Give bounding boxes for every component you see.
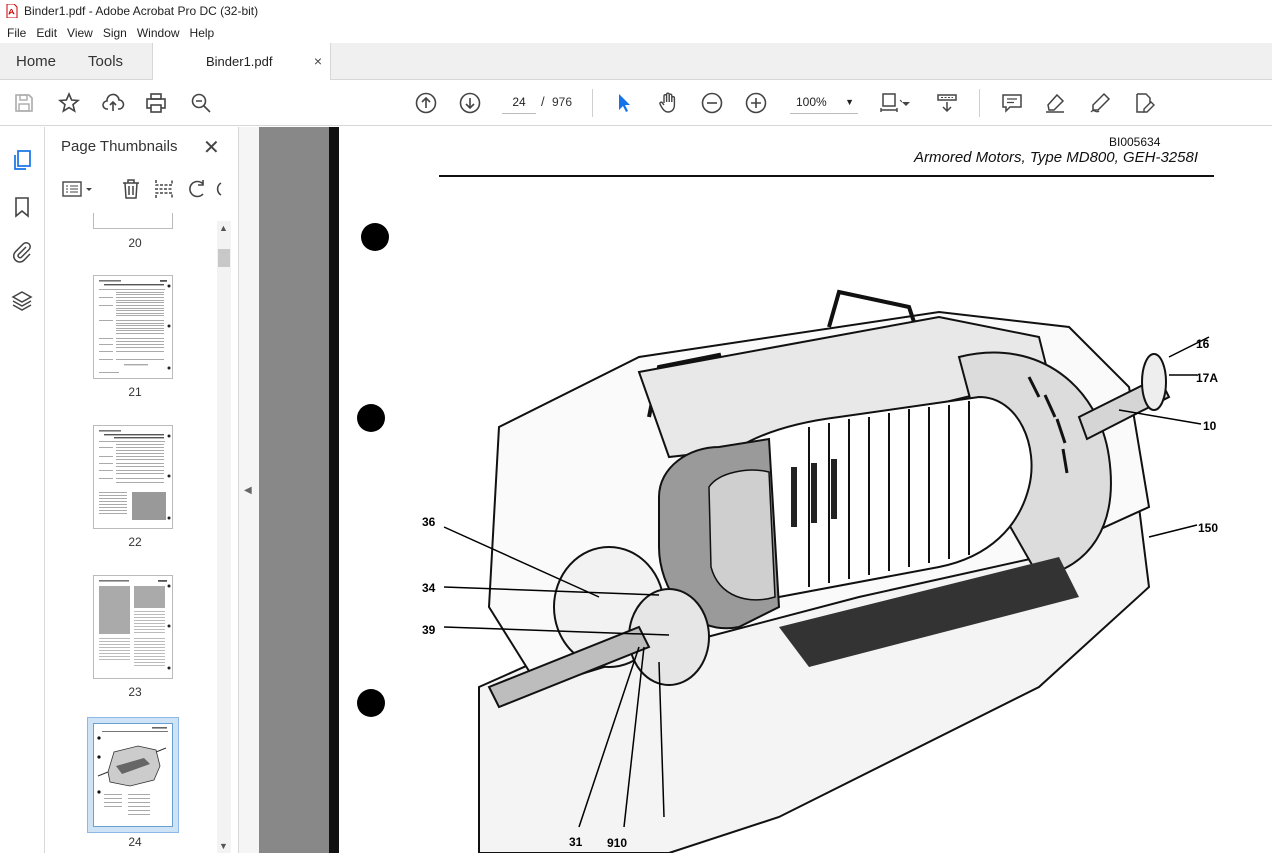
zoom-in-icon[interactable] bbox=[744, 91, 768, 115]
insert-page-icon[interactable] bbox=[152, 177, 176, 201]
thumbnail-label: 24 bbox=[128, 835, 142, 849]
chevron-down-icon: ▼ bbox=[845, 97, 854, 107]
thumbnail-page-20[interactable] bbox=[93, 213, 173, 229]
menu-file[interactable]: File bbox=[2, 26, 31, 40]
toolbar-divider bbox=[592, 89, 593, 117]
thumbnail-label: 21 bbox=[128, 385, 142, 399]
toolbar-divider bbox=[979, 89, 980, 117]
document-viewport[interactable]: BI005634 Armored Motors, Type MD800, GEH… bbox=[259, 127, 1272, 853]
thumbnail-list: 20 21 22 23 24 bbox=[45, 213, 238, 853]
highlight-pen-icon[interactable] bbox=[1043, 91, 1067, 115]
menu-view[interactable]: View bbox=[62, 26, 98, 40]
callout-label: 39 bbox=[422, 623, 436, 637]
callout-label: 31 bbox=[569, 835, 583, 849]
thumbnail-page-21[interactable] bbox=[93, 275, 173, 379]
page-thumbnails-icon[interactable] bbox=[10, 148, 34, 172]
rotate-clockwise-icon[interactable] bbox=[213, 177, 225, 201]
window-title: Binder1.pdf - Adobe Acrobat Pro DC (32-b… bbox=[24, 4, 259, 18]
rotate-icon[interactable] bbox=[185, 177, 209, 201]
thumbnail-label: 23 bbox=[128, 685, 142, 699]
callout-label: 34 bbox=[422, 581, 436, 595]
tab-bar: Home Tools Binder1.pdf × bbox=[0, 43, 1272, 80]
left-rail bbox=[0, 127, 45, 853]
thumbnail-page-24[interactable] bbox=[93, 723, 173, 827]
menu-edit[interactable]: Edit bbox=[31, 26, 62, 40]
tab-home[interactable]: Home bbox=[0, 43, 72, 79]
scrollbar-thumb[interactable] bbox=[218, 249, 230, 267]
pdf-page: BI005634 Armored Motors, Type MD800, GEH… bbox=[329, 127, 1272, 853]
toolbar: 24 / 976 100% ▼ bbox=[0, 80, 1272, 126]
layers-icon[interactable] bbox=[10, 289, 34, 313]
draw-sign-icon[interactable] bbox=[1088, 91, 1112, 115]
callout-label: 36 bbox=[422, 515, 436, 529]
bookmark-star-icon[interactable] bbox=[57, 91, 81, 115]
panel-splitter[interactable]: ◀ bbox=[239, 127, 259, 853]
zoom-out-icon[interactable] bbox=[700, 91, 724, 115]
scroll-up-icon[interactable]: ▲ bbox=[219, 223, 228, 233]
acrobat-window: { "window": { "title": "Binder1.pdf - Ad… bbox=[0, 0, 1272, 853]
title-bar: Binder1.pdf - Adobe Acrobat Pro DC (32-b… bbox=[0, 0, 1272, 22]
chevron-down-icon[interactable] bbox=[83, 177, 95, 201]
thumbnail-scrollbar[interactable]: ▲ ▼ bbox=[217, 221, 231, 853]
motor-cutaway-illustration bbox=[443, 289, 1210, 853]
print-icon[interactable] bbox=[144, 91, 168, 115]
next-page-icon[interactable] bbox=[458, 91, 482, 115]
page-fit-icon[interactable] bbox=[878, 91, 903, 115]
hand-tool-icon[interactable] bbox=[656, 91, 680, 115]
menu-sign[interactable]: Sign bbox=[98, 26, 132, 40]
tab-tools[interactable]: Tools bbox=[72, 43, 139, 79]
page-thumbnails-panel: Page Thumbnails ✕ 20 21 22 23 24 ▲ ▼ bbox=[45, 127, 239, 853]
bookmark-icon[interactable] bbox=[10, 195, 34, 219]
thumbnail-label: 22 bbox=[128, 535, 142, 549]
upload-cloud-icon[interactable] bbox=[101, 91, 125, 115]
search-zoom-icon[interactable] bbox=[189, 91, 213, 115]
collapse-panel-icon[interactable]: ◀ bbox=[244, 485, 252, 496]
total-pages: 976 bbox=[552, 95, 573, 109]
comment-icon[interactable] bbox=[1000, 91, 1024, 115]
scroll-down-icon[interactable]: ▼ bbox=[219, 841, 228, 851]
zoom-level-value: 100% bbox=[796, 95, 827, 109]
acrobat-pdf-icon bbox=[6, 4, 18, 18]
callout-label: 10 bbox=[1203, 419, 1217, 433]
delete-trash-icon[interactable] bbox=[119, 177, 143, 201]
tab-document[interactable]: Binder1.pdf × bbox=[152, 43, 331, 80]
previous-page-icon[interactable] bbox=[414, 91, 438, 115]
panel-title: Page Thumbnails bbox=[61, 138, 178, 155]
callout-label: 910 bbox=[607, 836, 628, 850]
callout-label: 16 bbox=[1196, 337, 1210, 351]
menu-window[interactable]: Window bbox=[132, 26, 185, 40]
thumbnail-options-icon[interactable] bbox=[61, 177, 85, 201]
callout-label: 17A bbox=[1196, 371, 1219, 385]
thumbnail-page-22[interactable] bbox=[93, 425, 173, 529]
scroll-mode-icon[interactable] bbox=[935, 91, 959, 115]
attachment-paperclip-icon[interactable] bbox=[10, 240, 34, 264]
zoom-level-dropdown[interactable]: 100% ▼ bbox=[790, 90, 858, 114]
select-cursor-icon[interactable] bbox=[612, 91, 636, 115]
close-tab-icon[interactable]: × bbox=[314, 53, 322, 69]
edit-pdf-icon[interactable] bbox=[1132, 91, 1156, 115]
document-tab-label: Binder1.pdf bbox=[206, 54, 273, 69]
thumbnail-page-23[interactable] bbox=[93, 575, 173, 679]
page-number-input[interactable]: 24 bbox=[502, 90, 536, 114]
page-fit-dropdown-icon[interactable] bbox=[900, 91, 912, 115]
save-icon[interactable] bbox=[12, 91, 36, 115]
callout-label: 150 bbox=[1198, 521, 1219, 535]
page-separator: / bbox=[541, 94, 545, 109]
menu-help[interactable]: Help bbox=[185, 26, 220, 40]
thumbnail-label: 20 bbox=[128, 236, 142, 250]
menu-bar: File Edit View Sign Window Help bbox=[0, 22, 1272, 43]
thumbnail-tools bbox=[57, 177, 227, 203]
close-panel-icon[interactable]: ✕ bbox=[203, 135, 220, 160]
